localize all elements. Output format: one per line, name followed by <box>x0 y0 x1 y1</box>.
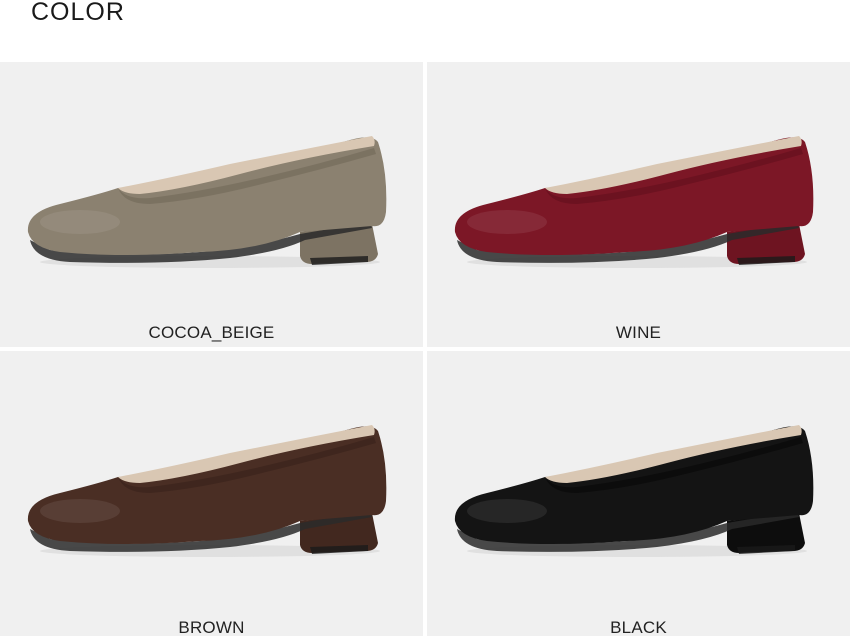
color-label: WINE <box>615 323 662 342</box>
color-grid: COCOA_BEIGE WINE BROWN BLACK <box>0 62 850 637</box>
shoe-toe-highlight <box>40 210 120 234</box>
shoe-image <box>454 136 814 268</box>
color-label: BLACK <box>610 618 667 636</box>
section-title: COLOR <box>31 0 125 26</box>
shoe-image <box>27 425 387 557</box>
color-swatch-wine[interactable]: WINE <box>427 62 850 347</box>
shoe-image <box>454 425 814 557</box>
color-swatch-black[interactable]: BLACK <box>427 351 850 636</box>
shoe-image <box>27 136 387 268</box>
shoe-toe-highlight <box>467 210 547 234</box>
shoe-toe-highlight <box>40 499 120 523</box>
color-swatch-cocoa-beige[interactable]: COCOA_BEIGE <box>0 62 423 347</box>
color-label: COCOA_BEIGE <box>148 323 275 342</box>
shoe-toe-highlight <box>467 499 547 523</box>
color-swatch-brown[interactable]: BROWN <box>0 351 423 636</box>
color-label: BROWN <box>178 618 245 636</box>
